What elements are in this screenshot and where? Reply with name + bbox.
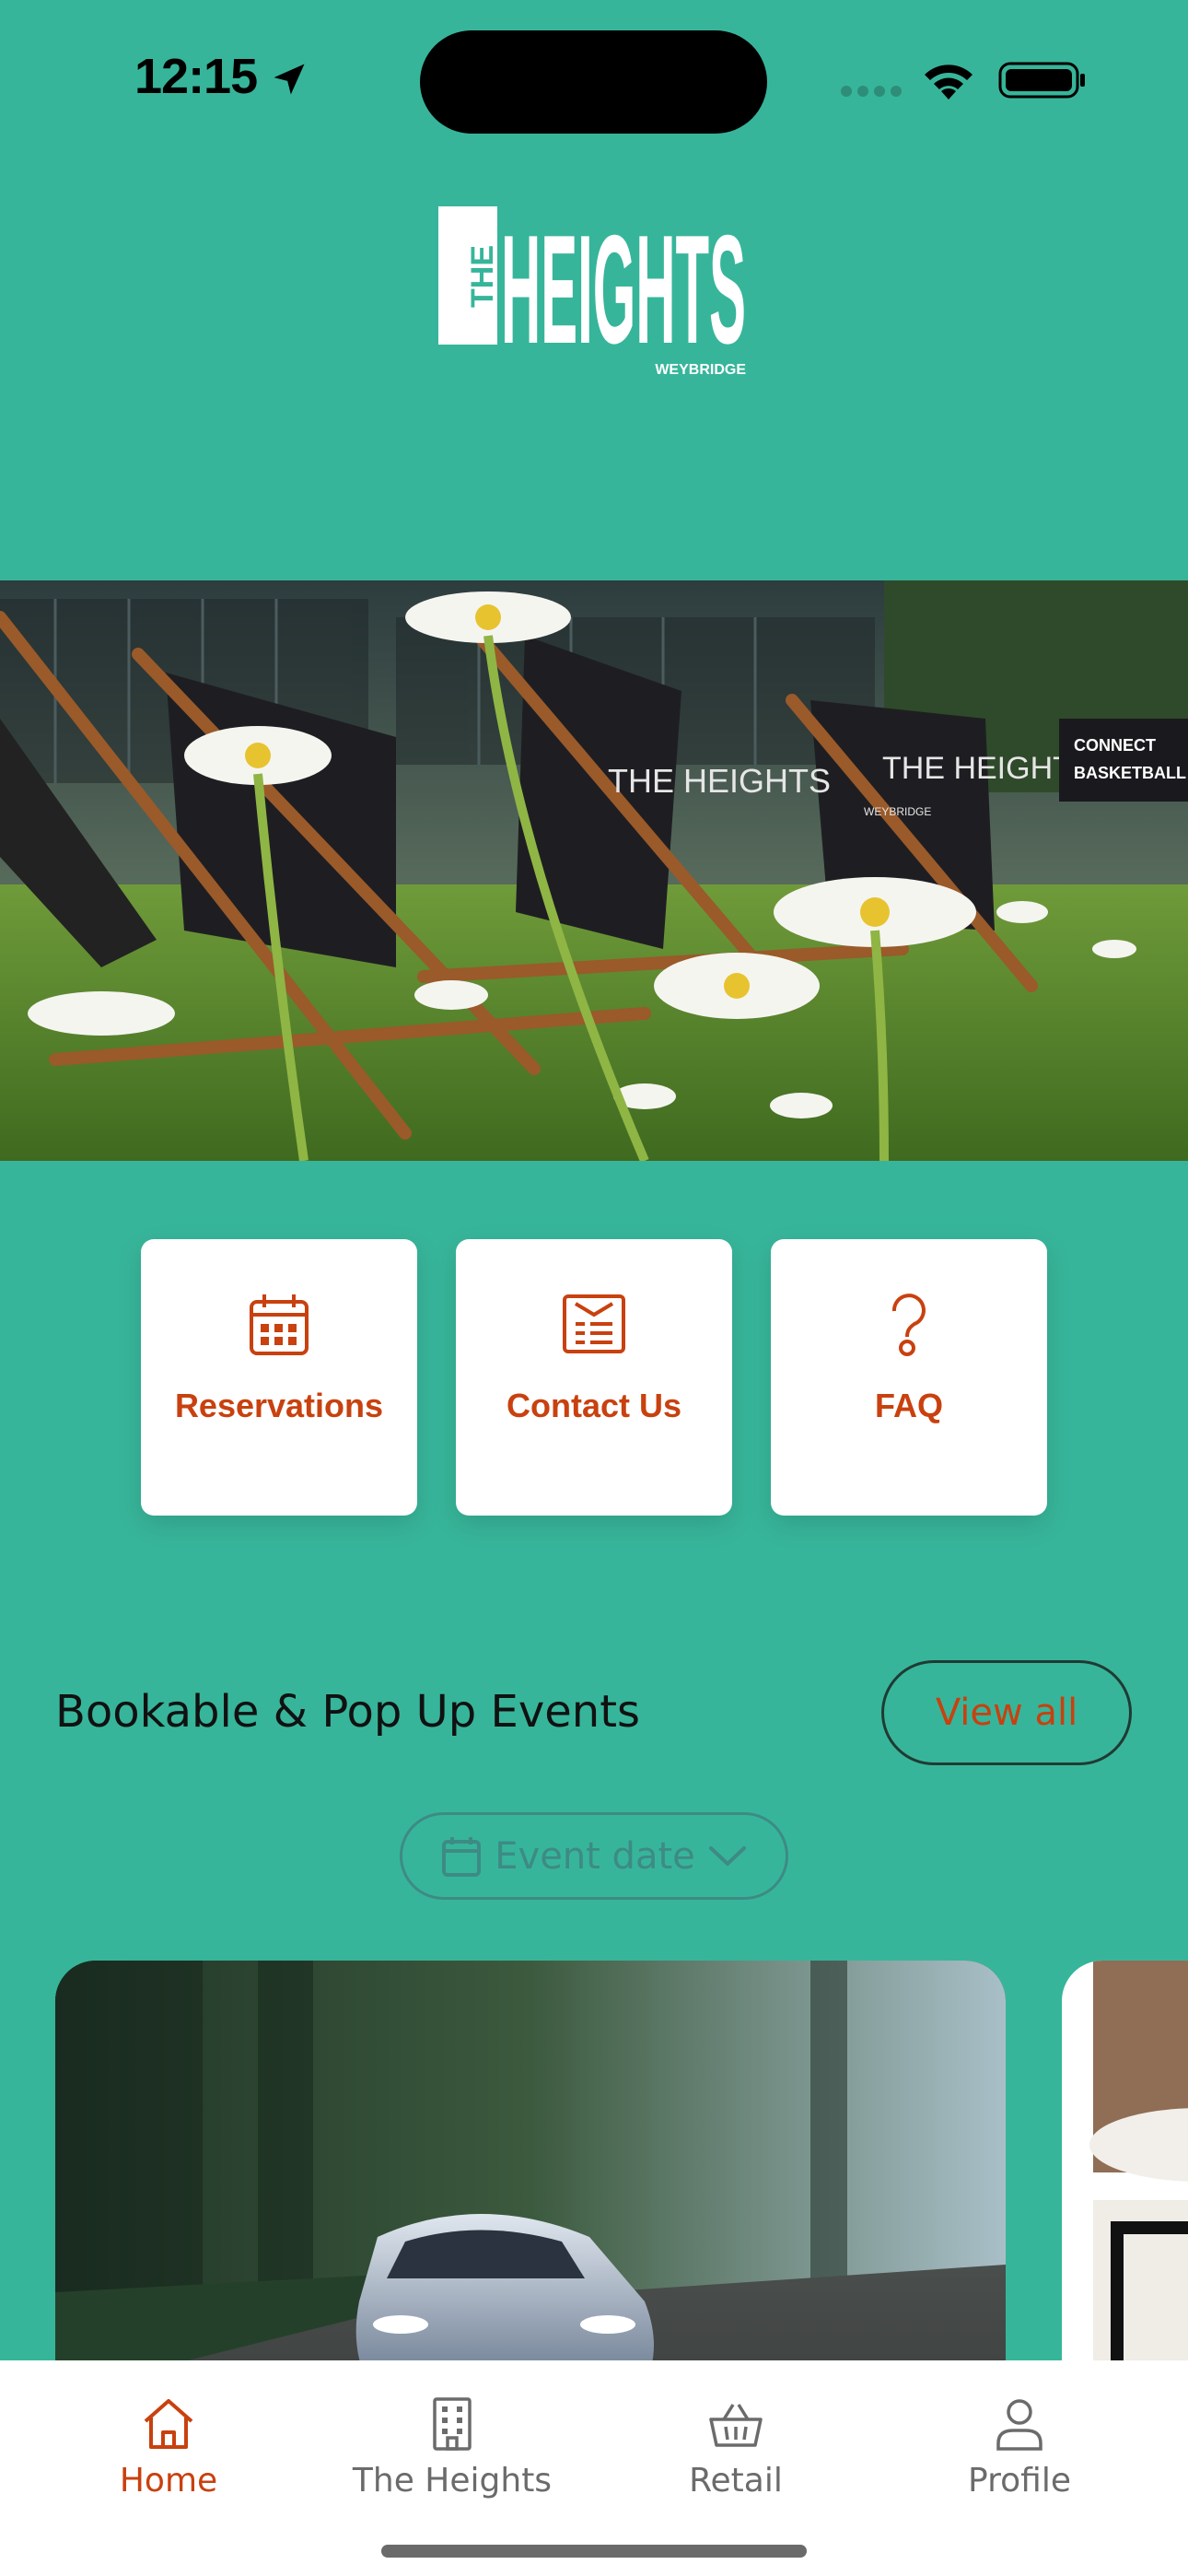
chair-print: THE HEIGHTS: [608, 762, 831, 800]
wifi-icon: [925, 64, 973, 100]
cellular-signal-icon: [841, 86, 902, 97]
battery-icon: [998, 62, 1085, 99]
view-all-button[interactable]: View all: [881, 1660, 1132, 1765]
tab-profile[interactable]: Profile: [909, 2394, 1130, 2500]
calendar-icon: [442, 1836, 482, 1877]
event-date-filter[interactable]: Event date: [400, 1812, 788, 1900]
contact-us-card[interactable]: Contact Us: [456, 1239, 732, 1516]
contact-us-label: Contact Us: [506, 1387, 682, 1424]
tab-the-heights[interactable]: The Heights: [342, 2394, 563, 2500]
newsletter-icon: [563, 1294, 625, 1353]
home-indicator[interactable]: [381, 2545, 807, 2558]
hero-image: THE HEIGHTS THE HEIGHTS WEYBRIDGE CONNEC…: [0, 580, 1188, 1161]
faq-card[interactable]: FAQ: [771, 1239, 1047, 1516]
logo-the: THE: [465, 245, 500, 308]
chevron-down-icon: [708, 1845, 746, 1867]
status-bar: 12:15: [0, 0, 1188, 157]
tab-the-heights-label: The Heights: [352, 2462, 553, 2500]
events-section-title: Bookable & Pop Up Events: [55, 1686, 641, 1738]
tab-home[interactable]: Home: [58, 2394, 279, 2500]
tab-retail[interactable]: Retail: [625, 2394, 846, 2500]
question-icon: [891, 1294, 926, 1356]
logo-heights: HEIGHTS: [501, 205, 746, 376]
tab-profile-label: Profile: [968, 2462, 1071, 2500]
logo-weybridge: WEYBRIDGE: [655, 362, 746, 376]
tab-home-label: Home: [119, 2462, 218, 2500]
home-icon: [144, 2399, 193, 2449]
calendar-icon: [250, 1294, 309, 1355]
the-heights-logo: THE HEIGHTS WEYBRIDGE: [438, 205, 746, 376]
chair-print-sub: WEYBRIDGE: [864, 805, 931, 818]
bottom-tab-bar: Home The Heights Retail Profile: [0, 2360, 1188, 2576]
faq-label: FAQ: [874, 1387, 943, 1424]
basket-icon: [709, 2404, 763, 2447]
building-icon: [433, 2397, 472, 2451]
status-time: 12:15: [134, 49, 258, 104]
reservations-card[interactable]: Reservations: [141, 1239, 417, 1516]
event-date-label: Event date: [495, 1834, 695, 1878]
sign-basketball: BASKETBALL: [1074, 764, 1186, 782]
dynamic-island: [420, 30, 767, 134]
location-arrow-icon: [274, 64, 305, 95]
reservations-label: Reservations: [174, 1387, 384, 1424]
sign-connect: CONNECT: [1074, 736, 1156, 755]
tab-retail-label: Retail: [689, 2462, 783, 2500]
person-icon: [996, 2399, 1042, 2451]
